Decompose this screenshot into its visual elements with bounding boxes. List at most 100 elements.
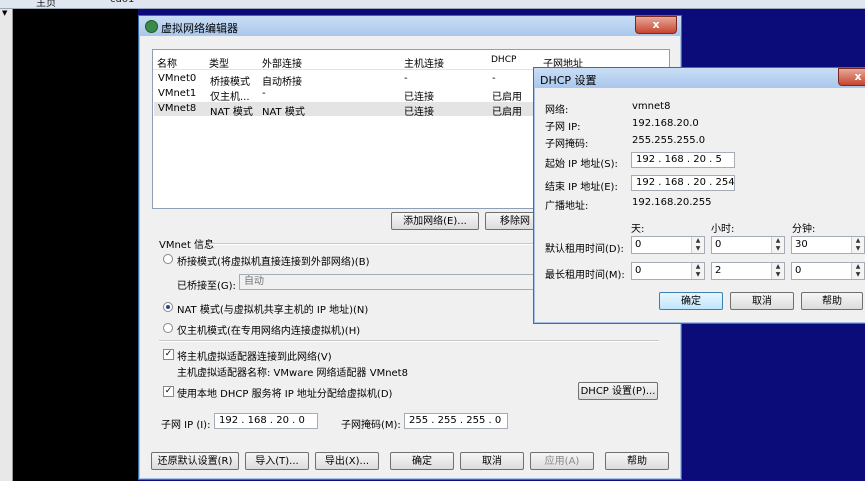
spinner-value: 30 xyxy=(795,239,808,250)
row-name: VMnet8 xyxy=(158,103,197,114)
row-external: 自动桥接 xyxy=(262,77,302,88)
end-ip-input[interactable]: 192 . 168 . 20 . 254 xyxy=(631,175,735,191)
network-icon xyxy=(145,20,158,33)
max-lease-minutes-spinner[interactable]: 0 ▲ ▼ xyxy=(791,262,865,280)
adapter-name-text: 主机虚拟适配器名称: VMware 网络适配器 VMnet8 xyxy=(177,368,408,379)
spinner-arrows-icon[interactable]: ▲ ▼ xyxy=(691,237,704,253)
default-lease-days-spinner[interactable]: 0 ▲ ▼ xyxy=(631,236,705,254)
restore-defaults-button[interactable]: 还原默认设置(R) xyxy=(151,452,239,470)
days-header: 天: xyxy=(631,224,645,235)
spinner-value: 0 xyxy=(635,239,642,250)
connect-adapter-checkbox[interactable]: ✓ xyxy=(163,349,174,360)
col-external-header[interactable]: 外部连接 xyxy=(262,55,302,70)
row-host: 已连接 xyxy=(404,92,434,103)
network-label: 网络: xyxy=(545,105,569,116)
col-name-header[interactable]: 名称 xyxy=(157,55,177,70)
max-lease-days-spinner[interactable]: 0 ▲ ▼ xyxy=(631,262,705,280)
bridged-to-select[interactable]: 自动 xyxy=(239,274,539,290)
nat-mode-label[interactable]: NAT 模式(与虚拟机共享主机的 IP 地址)(N) xyxy=(177,301,368,316)
row-external: - xyxy=(262,88,266,99)
dhcp-title-bar[interactable]: DHCP 设置 x xyxy=(534,68,865,88)
subnet-ip-label: 子网 IP: xyxy=(545,122,581,133)
bridged-to-label: 已桥接至(G): xyxy=(177,281,236,292)
max-lease-hours-spinner[interactable]: 2 ▲ ▼ xyxy=(711,262,785,280)
broadcast-label: 广播地址: xyxy=(545,201,589,212)
left-scrollbar[interactable]: ▼ xyxy=(0,9,13,481)
default-lease-label: 默认租用时间(D): xyxy=(545,244,624,255)
max-lease-label: 最长租用时间(M): xyxy=(545,270,625,281)
mask-value: 255.255.255.0 xyxy=(632,135,706,146)
vm-console-area xyxy=(13,9,138,481)
row-type: NAT 模式 xyxy=(210,107,253,118)
spinner-arrows-icon[interactable]: ▲ ▼ xyxy=(851,263,864,279)
row-name: VMnet1 xyxy=(158,88,197,99)
dhcp-close-button[interactable]: x xyxy=(838,68,865,86)
divider xyxy=(159,340,659,342)
subnet-mask-input[interactable]: 255 . 255 . 255 . 0 xyxy=(404,413,508,429)
row-dhcp: 已启用 xyxy=(492,92,522,103)
row-external: NAT 模式 xyxy=(262,107,305,118)
default-lease-hours-spinner[interactable]: 0 ▲ ▼ xyxy=(711,236,785,254)
minutes-header: 分钟: xyxy=(792,224,816,235)
col-type-header[interactable]: 类型 xyxy=(209,55,229,70)
home-tab[interactable]: 主页 xyxy=(36,0,56,9)
apply-button[interactable]: 应用(A) xyxy=(530,452,594,470)
broadcast-value: 192.168.20.255 xyxy=(632,197,712,208)
dhcp-window-title: DHCP 设置 xyxy=(540,74,597,87)
spinner-arrows-icon[interactable]: ▲ ▼ xyxy=(771,237,784,253)
dhcp-help-button[interactable]: 帮助 xyxy=(801,292,863,310)
vmnet-info-heading: VMnet 信息 xyxy=(159,240,215,251)
row-name: VMnet0 xyxy=(158,73,197,84)
row-dhcp: - xyxy=(492,73,496,84)
spinner-value: 0 xyxy=(795,265,802,276)
ok-button[interactable]: 确定 xyxy=(390,452,454,470)
nat-mode-radio[interactable] xyxy=(163,302,173,312)
row-host: - xyxy=(404,73,408,84)
start-ip-input[interactable]: 192 . 168 . 20 . 5 xyxy=(631,152,735,168)
background-tab-strip: 主页 cdo1 xyxy=(0,0,865,9)
hours-header: 小时: xyxy=(711,224,735,235)
row-type: 仅主机... xyxy=(210,92,250,103)
dhcp-settings-window: DHCP 设置 x 网络: vmnet8 子网 IP: 192.168.20.0… xyxy=(533,67,865,324)
spinner-arrows-icon[interactable]: ▲ ▼ xyxy=(691,263,704,279)
add-network-button[interactable]: 添加网络(E)... xyxy=(391,212,479,230)
subnet-ip-value: 192.168.20.0 xyxy=(632,118,699,129)
bridge-mode-label[interactable]: 桥接模式(将虚拟机直接连接到外部网络)(B) xyxy=(177,253,369,268)
network-value: vmnet8 xyxy=(632,101,671,112)
close-button[interactable]: x xyxy=(635,16,677,34)
default-lease-minutes-spinner[interactable]: 30 ▲ ▼ xyxy=(791,236,865,254)
bridge-mode-radio[interactable] xyxy=(163,254,173,264)
cancel-button[interactable]: 取消 xyxy=(460,452,524,470)
col-dhcp-header[interactable]: DHCP xyxy=(491,55,516,65)
spinner-arrows-icon[interactable]: ▲ ▼ xyxy=(851,237,864,253)
connect-adapter-label[interactable]: 将主机虚拟适配器连接到此网络(V) xyxy=(177,348,332,363)
row-dhcp: 已启用 xyxy=(492,107,522,118)
export-button[interactable]: 导出(X)... xyxy=(315,452,379,470)
dhcp-settings-button[interactable]: DHCP 设置(P)... xyxy=(578,382,658,400)
spinner-value: 2 xyxy=(715,265,722,276)
spinner-arrows-icon[interactable]: ▲ ▼ xyxy=(771,263,784,279)
help-button[interactable]: 帮助 xyxy=(605,452,669,470)
end-ip-label: 结束 IP 地址(E): xyxy=(545,182,618,193)
subnet-ip-label: 子网 IP (I): xyxy=(161,420,211,431)
spinner-value: 0 xyxy=(715,239,722,250)
window-title: 虚拟网络编辑器 xyxy=(161,22,238,35)
subnet-mask-label: 子网掩码(M): xyxy=(341,420,401,431)
title-bar[interactable]: 虚拟网络编辑器 x xyxy=(139,16,681,36)
mask-label: 子网掩码: xyxy=(545,139,589,150)
host-only-radio[interactable] xyxy=(163,323,173,333)
col-host-header[interactable]: 主机连接 xyxy=(404,55,444,70)
dhcp-cancel-button[interactable]: 取消 xyxy=(730,292,794,310)
subnet-ip-input[interactable]: 192 . 168 . 20 . 0 xyxy=(214,413,318,429)
chevron-down-icon[interactable]: ▼ xyxy=(2,9,7,17)
row-host: 已连接 xyxy=(404,107,434,118)
dhcp-ok-button[interactable]: 确定 xyxy=(659,292,723,310)
use-dhcp-label[interactable]: 使用本地 DHCP 服务将 IP 地址分配给虚拟机(D) xyxy=(177,385,392,400)
spinner-value: 0 xyxy=(635,265,642,276)
use-dhcp-checkbox[interactable]: ✓ xyxy=(163,386,174,397)
start-ip-label: 起始 IP 地址(S): xyxy=(545,159,618,170)
row-type: 桥接模式 xyxy=(210,77,250,88)
import-button[interactable]: 导入(T)... xyxy=(245,452,309,470)
vm-tab[interactable]: cdo1 xyxy=(110,0,134,8)
host-only-label[interactable]: 仅主机模式(在专用网络内连接虚拟机)(H) xyxy=(177,322,360,337)
